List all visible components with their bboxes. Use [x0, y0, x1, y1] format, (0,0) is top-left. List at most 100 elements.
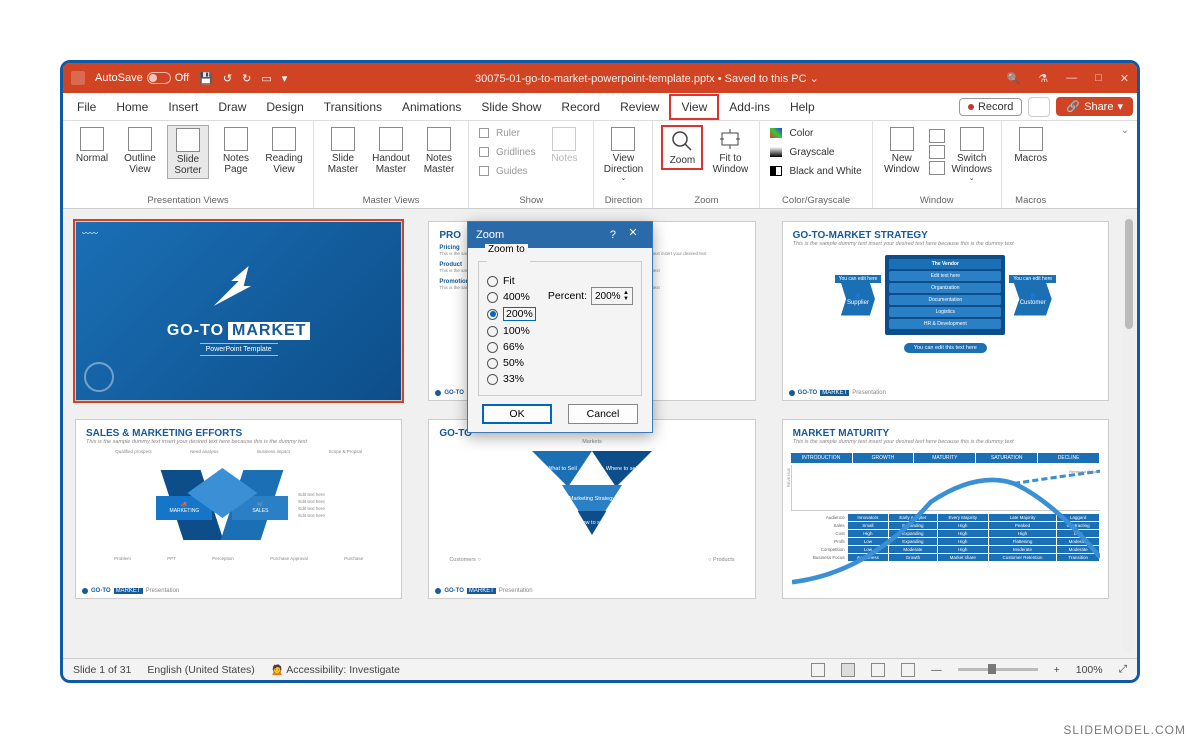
- close-icon[interactable]: ✕: [1120, 72, 1129, 85]
- zoom-dialog: Zoom ? ✕ Zoom to Percent: 200%▲▼ Fit 400…: [467, 221, 653, 433]
- reading-view-icon: [272, 127, 296, 151]
- autosave-toggle[interactable]: AutoSave Off: [95, 72, 189, 84]
- record-button[interactable]: Record: [959, 98, 1022, 116]
- maximize-icon[interactable]: □: [1095, 72, 1102, 85]
- zoom-percent-input[interactable]: 200%▲▼: [591, 287, 633, 305]
- grayscale-button[interactable]: Grayscale: [768, 144, 863, 160]
- share-button[interactable]: 🔗 Share ▾: [1056, 97, 1133, 116]
- zoom-in-button[interactable]: +: [1054, 664, 1060, 676]
- menu-draw[interactable]: Draw: [208, 96, 256, 118]
- menu-slideshow[interactable]: Slide Show: [471, 96, 551, 118]
- status-language[interactable]: English (United States): [147, 664, 254, 676]
- outline-view-button[interactable]: Outline View: [119, 125, 161, 177]
- window-title: 30075-01-go-to-market-powerpoint-templat…: [287, 72, 1006, 85]
- zoom-button[interactable]: Zoom: [661, 125, 703, 170]
- menu-addins[interactable]: Add-ins: [719, 96, 780, 118]
- slide-sorter-icon: [176, 128, 200, 152]
- group-color: Color Grayscale Black and White Color/Gr…: [760, 121, 872, 208]
- slide-master-icon: [331, 127, 355, 151]
- notes-master-icon: [427, 127, 451, 151]
- app-window: AutoSave Off 💾 ↺ ↻ ▭ ▾ 30075-01-go-to-ma…: [60, 60, 1140, 683]
- gridlines-checkbox[interactable]: Gridlines: [477, 144, 537, 160]
- view-sorter-icon[interactable]: [841, 663, 855, 677]
- direction-icon: [611, 127, 635, 151]
- zoom-option-66[interactable]: 66%: [487, 339, 633, 355]
- view-reading-icon[interactable]: [871, 663, 885, 677]
- redo-icon[interactable]: ↻: [242, 72, 251, 85]
- cascade-icon[interactable]: [929, 145, 945, 159]
- minimize-icon[interactable]: —: [1066, 72, 1077, 85]
- zoom-option-100[interactable]: 100%: [487, 323, 633, 339]
- group-macros: Macros Macros: [1002, 121, 1060, 208]
- zoom-slider[interactable]: [958, 668, 1038, 671]
- menu-home[interactable]: Home: [106, 96, 158, 118]
- scrollbar-thumb[interactable]: [1125, 219, 1133, 329]
- group-master-views: Slide Master Handout Master Notes Master…: [314, 121, 469, 208]
- ruler-checkbox[interactable]: Ruler: [477, 125, 537, 141]
- zoom-option-200[interactable]: 200%: [487, 305, 633, 323]
- new-window-button[interactable]: New Window: [881, 125, 923, 177]
- menu-record[interactable]: Record: [551, 96, 610, 118]
- reading-view-button[interactable]: Reading View: [263, 125, 305, 177]
- dialog-close-icon[interactable]: ✕: [622, 226, 644, 244]
- notes-page-icon: [224, 127, 248, 151]
- group-presentation-views: Normal Outline View Slide Sorter Notes P…: [63, 121, 314, 208]
- slide-thumb-5[interactable]: GO-TO Markets What to SellWhere to sell …: [428, 419, 755, 599]
- zoom-out-button[interactable]: —: [931, 664, 942, 676]
- watermark: SLIDEMODEL.COM: [1063, 723, 1186, 737]
- group-window: New Window Switch Windows⌄ Window: [873, 121, 1002, 208]
- normal-view-icon: [80, 127, 104, 151]
- arrange-all-icon[interactable]: [929, 129, 945, 143]
- notes-master-button[interactable]: Notes Master: [418, 125, 460, 177]
- handout-master-button[interactable]: Handout Master: [370, 125, 412, 177]
- slide-thumb-3[interactable]: GO-TO-MARKET STRATEGY This is the sample…: [782, 221, 1109, 401]
- slide-thumb-4[interactable]: SALES & MARKETING EFFORTS This is the sa…: [75, 419, 402, 599]
- new-window-icon: [890, 127, 914, 151]
- menu-insert[interactable]: Insert: [158, 96, 208, 118]
- arrow-icon: [214, 266, 264, 316]
- zoom-level[interactable]: 100%: [1076, 664, 1103, 676]
- account-icon[interactable]: ⚗: [1038, 72, 1048, 85]
- menu-transitions[interactable]: Transitions: [314, 96, 392, 118]
- color-button[interactable]: Color: [768, 125, 863, 141]
- zoom-option-33[interactable]: 33%: [487, 371, 633, 387]
- dialog-help-icon[interactable]: ?: [610, 229, 616, 241]
- slide-thumb-1[interactable]: 〰〰 GO-TO MARKET PowerPoint Template 1: [75, 221, 402, 401]
- menu-help[interactable]: Help: [780, 96, 825, 118]
- menu-file[interactable]: File: [67, 96, 106, 118]
- notes-button: Notes: [543, 125, 585, 166]
- macros-icon: [1019, 127, 1043, 151]
- comments-icon[interactable]: [1028, 97, 1050, 117]
- handout-master-icon: [379, 127, 403, 151]
- vertical-scrollbar[interactable]: [1123, 215, 1135, 652]
- undo-icon[interactable]: ↺: [223, 72, 232, 85]
- search-icon[interactable]: 🔍: [1007, 72, 1021, 85]
- status-accessibility[interactable]: 🙍 Accessibility: Investigate: [271, 663, 400, 676]
- quickaccess-icon[interactable]: ▭: [261, 72, 271, 85]
- view-normal-icon[interactable]: [811, 663, 825, 677]
- bw-button[interactable]: Black and White: [768, 163, 863, 179]
- slide-master-button[interactable]: Slide Master: [322, 125, 364, 177]
- slide-sorter-button[interactable]: Slide Sorter: [167, 125, 209, 179]
- ok-button[interactable]: OK: [482, 404, 552, 424]
- slide-sorter-area: 〰〰 GO-TO MARKET PowerPoint Template 1 PR…: [63, 209, 1137, 658]
- macros-button[interactable]: Macros: [1010, 125, 1052, 166]
- slide-thumb-6[interactable]: MARKET MATURITY This is the sample dummy…: [782, 419, 1109, 599]
- menu-animations[interactable]: Animations: [392, 96, 471, 118]
- normal-view-button[interactable]: Normal: [71, 125, 113, 166]
- menu-design[interactable]: Design: [256, 96, 313, 118]
- save-icon[interactable]: 💾: [199, 72, 213, 85]
- cancel-button[interactable]: Cancel: [568, 404, 638, 424]
- menu-review[interactable]: Review: [610, 96, 669, 118]
- notes-page-button[interactable]: Notes Page: [215, 125, 257, 177]
- fit-to-window-button[interactable]: Fit to Window: [709, 125, 751, 177]
- view-direction-button[interactable]: View Direction⌄: [602, 125, 644, 185]
- fit-icon[interactable]: ⤢: [1119, 663, 1127, 676]
- view-slideshow-icon[interactable]: [901, 663, 915, 677]
- split-icon[interactable]: [929, 161, 945, 175]
- switch-windows-button[interactable]: Switch Windows⌄: [951, 125, 993, 185]
- guides-checkbox[interactable]: Guides: [477, 163, 537, 179]
- zoom-option-50[interactable]: 50%: [487, 355, 633, 371]
- ribbon-collapse-icon[interactable]: ⌄: [1113, 121, 1137, 208]
- menu-view[interactable]: View: [669, 94, 719, 120]
